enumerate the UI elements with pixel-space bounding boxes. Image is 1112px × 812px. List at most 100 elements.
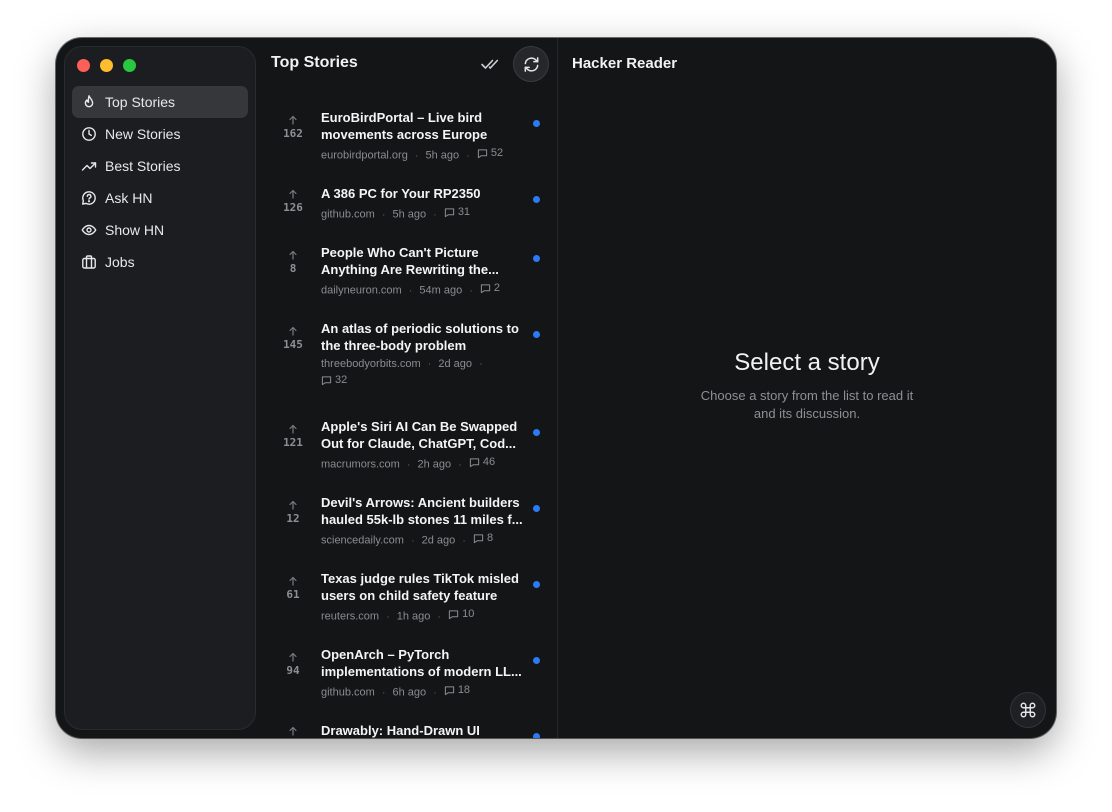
story-title[interactable]: OpenArch – PyTorch implementations of mod… bbox=[321, 646, 526, 680]
sidebar-item-ask-hn[interactable]: Ask HN bbox=[72, 182, 248, 214]
story-meta: reuters.com · 1h ago · 10 bbox=[321, 606, 531, 625]
trending-up-icon bbox=[81, 158, 97, 174]
mark-all-read-button[interactable] bbox=[480, 54, 502, 74]
comment-icon bbox=[448, 609, 459, 619]
story-title-line: users on child safety feature bbox=[321, 588, 498, 603]
meta-separator: · bbox=[410, 534, 415, 547]
story-title-line: People Who Can't Picture bbox=[321, 245, 479, 260]
upvote-control[interactable]: 8 bbox=[272, 250, 314, 275]
comments-link[interactable]: 8 bbox=[473, 530, 493, 546]
story-title[interactable]: People Who Can't Picture Anything Are Rew… bbox=[321, 244, 526, 278]
app-title: Hacker Reader bbox=[572, 55, 678, 72]
meta-separator: · bbox=[466, 149, 470, 162]
arrow-up-icon bbox=[289, 500, 297, 510]
comments-link[interactable]: 31 bbox=[444, 204, 470, 220]
meta-separator: · bbox=[386, 610, 390, 623]
comments-link[interactable]: 52 bbox=[477, 145, 503, 161]
upvote-control[interactable]: 61 bbox=[272, 576, 314, 601]
story-title-line: An atlas of periodic solutions to bbox=[321, 321, 519, 336]
meta-separator: · bbox=[414, 149, 419, 162]
clock-icon bbox=[81, 126, 97, 142]
upvote-control[interactable]: 121 bbox=[272, 424, 314, 449]
comments-link[interactable]: 32 bbox=[321, 372, 347, 388]
story-domain: macrumors.com bbox=[321, 458, 400, 471]
story-title[interactable]: A 386 PC for Your RP2350 bbox=[321, 185, 526, 202]
sidebar-item-label: Best Stories bbox=[105, 158, 181, 174]
upvote-control[interactable]: 12 bbox=[272, 500, 314, 525]
story-meta: sciencedaily.com · 2d ago · 8 bbox=[321, 530, 531, 549]
list-title: Top Stories bbox=[271, 54, 358, 71]
points-count: 61 bbox=[286, 588, 300, 601]
comment-count: 8 bbox=[486, 532, 494, 544]
comment-icon bbox=[444, 685, 454, 695]
story-title[interactable]: An atlas of periodic solutions to the thr… bbox=[321, 320, 526, 354]
unread-indicator bbox=[533, 331, 540, 338]
refresh-icon bbox=[524, 56, 538, 72]
sidebar-item-new-stories[interactable]: New Stories bbox=[72, 118, 248, 150]
story-title[interactable]: Texas judge rules TikTok misled users on … bbox=[321, 570, 526, 604]
command-button[interactable] bbox=[1010, 692, 1046, 728]
story-title-line: Drawably: Hand-Drawn UI bbox=[321, 723, 480, 738]
close-window-button[interactable] bbox=[77, 59, 90, 72]
story-age: 5h ago bbox=[392, 208, 427, 221]
points-count: 94 bbox=[286, 664, 300, 677]
story-age: 1h ago bbox=[396, 610, 431, 623]
story-domain: threebodyorbits.com bbox=[321, 358, 421, 370]
points-count: 12 bbox=[286, 512, 300, 525]
comments-link[interactable]: 2 bbox=[480, 280, 500, 296]
story-age: 6h ago bbox=[392, 686, 427, 699]
empty-state-subtitle-line: Choose a story from the list to read it bbox=[700, 388, 914, 403]
story-title[interactable]: Apple's Siri AI Can Be Swapped Out for Cl… bbox=[321, 418, 526, 452]
comment-icon bbox=[469, 457, 479, 467]
story-title-line: EuroBirdPortal – Live bird bbox=[321, 110, 483, 125]
arrow-up-icon bbox=[289, 576, 297, 586]
arrow-up-icon bbox=[289, 424, 297, 434]
story-domain: dailyneuron.com bbox=[321, 284, 402, 297]
story-title[interactable]: EuroBirdPortal – Live bird movements acro… bbox=[321, 109, 526, 143]
story-title-line: Apple's Siri AI Can Be Swapped bbox=[321, 419, 518, 434]
refresh-button[interactable] bbox=[513, 46, 549, 82]
story-title-line: implementations of modern LL... bbox=[321, 664, 522, 679]
story-title[interactable]: Devil's Arrows: Ancient builders hauled 5… bbox=[321, 494, 526, 528]
comment-icon bbox=[477, 148, 487, 158]
zoom-window-button[interactable] bbox=[123, 59, 136, 72]
unread-indicator bbox=[533, 657, 540, 664]
story-title-line: the three-body problem bbox=[321, 338, 467, 353]
unread-indicator bbox=[533, 255, 540, 262]
meta-separator: · bbox=[433, 208, 437, 221]
upvote-control[interactable]: 126 bbox=[272, 189, 314, 214]
sidebar-item-label: Ask HN bbox=[105, 190, 153, 206]
arrow-up-icon bbox=[289, 250, 297, 260]
sidebar-item-best-stories[interactable]: Best Stories bbox=[72, 150, 248, 182]
sidebar-item-label: Show HN bbox=[105, 222, 165, 238]
story-title[interactable]: Drawably: Hand-Drawn UI bbox=[321, 722, 526, 738]
points-count: 8 bbox=[289, 262, 297, 275]
comment-icon bbox=[480, 283, 491, 293]
upvote-control[interactable] bbox=[272, 726, 314, 738]
story-title-line: Texas judge rules TikTok misled bbox=[321, 571, 519, 586]
comments-link[interactable]: 10 bbox=[448, 606, 474, 622]
meta-separator: · bbox=[479, 358, 483, 370]
minimize-window-button[interactable] bbox=[100, 59, 113, 72]
story-domain: github.com bbox=[321, 208, 375, 221]
story-meta: github.com · 5h ago · 31 bbox=[321, 204, 531, 223]
sidebar-item-show-hn[interactable]: Show HN bbox=[72, 214, 248, 246]
eye-icon bbox=[81, 222, 97, 238]
sidebar-item-top-stories[interactable]: Top Stories bbox=[72, 86, 248, 118]
empty-state-title: Select a story bbox=[734, 349, 880, 376]
unread-indicator bbox=[533, 196, 540, 203]
upvote-control[interactable]: 94 bbox=[272, 652, 314, 677]
upvote-control[interactable]: 145 bbox=[272, 326, 314, 351]
points-count: 126 bbox=[283, 201, 303, 214]
story-age: 54m ago bbox=[419, 284, 463, 297]
arrow-up-icon bbox=[289, 115, 297, 125]
comments-link[interactable]: 46 bbox=[469, 454, 495, 470]
story-title-line: Anything Are Rewriting the... bbox=[321, 262, 499, 277]
sidebar-item-jobs[interactable]: Jobs bbox=[72, 246, 248, 278]
sidebar-item-label: Jobs bbox=[105, 254, 135, 270]
upvote-control[interactable]: 162 bbox=[272, 115, 314, 140]
comment-icon bbox=[444, 207, 454, 217]
comment-count: 31 bbox=[457, 206, 471, 218]
meta-separator: · bbox=[462, 534, 466, 547]
comments-link[interactable]: 18 bbox=[444, 682, 470, 698]
